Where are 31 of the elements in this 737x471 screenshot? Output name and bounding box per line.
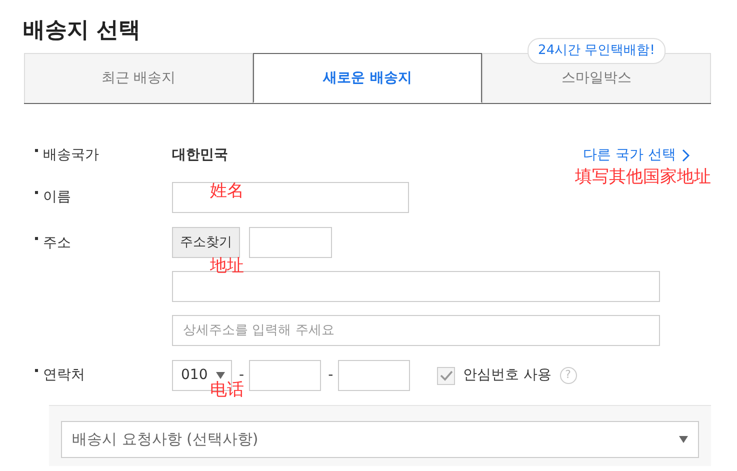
safe-number-checkbox[interactable] [437,366,456,384]
dash-text: - [328,366,334,385]
country-value: 대한민국 [172,146,228,164]
promo-tooltip: 24시간 무인택배함! [527,38,666,64]
chevron-right-icon [682,148,690,162]
bullet-icon [35,369,38,372]
field-label: 주소 [43,234,71,253]
other-country-link[interactable]: 다른 국가 선택 [583,144,690,166]
annotation-text: 地址 [210,255,244,278]
zipcode-input[interactable] [249,227,332,258]
annotation-text: 姓名 [210,180,244,203]
address-input[interactable] [172,271,660,302]
checkbox-label: 안심번호 사용 [463,366,552,385]
page-title: 배송지 선택 [23,17,141,45]
bullet-icon [35,191,38,194]
bullet-icon [35,148,38,152]
bullet-icon [35,237,38,240]
field-label: 연락처 [43,366,85,385]
name-input[interactable] [172,182,409,213]
address-search-button[interactable]: 주소찾기 [172,227,240,258]
caret-icon [679,436,688,443]
phone-input[interactable] [249,360,322,391]
field-label: 배송국가 [43,146,99,164]
caret-icon [216,372,225,379]
request-select[interactable]: 배송시 요청사항 (선택사항) [61,421,699,458]
field-label: 이름 [43,188,71,207]
tab[interactable]: 새로운 배송지 [253,53,482,103]
detail-address-input[interactable]: 상세주소를 입력해 주세요 [172,315,660,346]
tab[interactable]: 최근 배송지 [24,53,253,103]
annotation-text: 填写其他国家地址 [575,166,711,189]
phone-input[interactable] [338,360,410,391]
